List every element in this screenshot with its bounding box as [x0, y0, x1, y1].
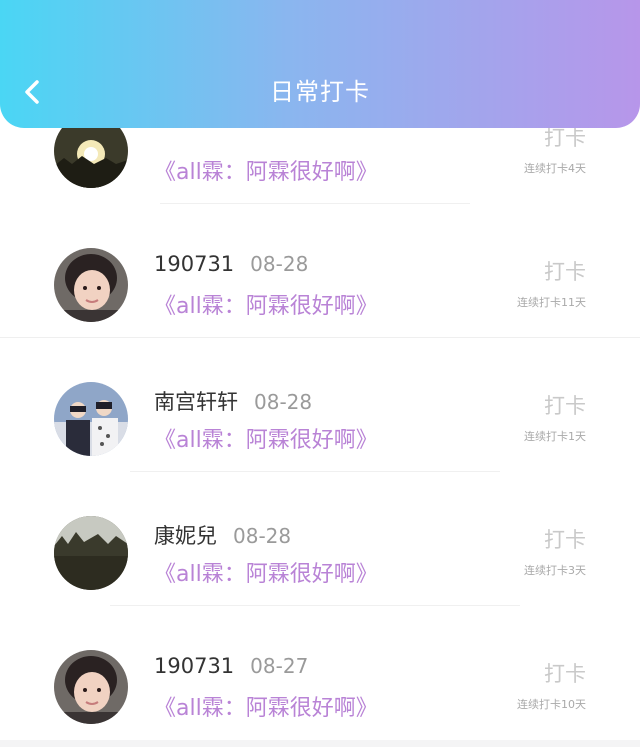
book-title[interactable]: 《all霖：阿霖很好啊》 — [154, 154, 378, 186]
list-item[interactable]: 190731 08-27 《all霖：阿霖很好啊》 打卡 连续打卡10天 — [0, 606, 640, 740]
checkin-date: 08-28 — [250, 252, 309, 276]
streak-count: 连续打卡10天 — [517, 698, 586, 711]
user-name: 190731 08-28 — [154, 252, 309, 276]
streak-count: 连续打卡4天 — [524, 162, 586, 175]
list-item[interactable]: 190731 08-28 《all霖：阿霖很好啊》 打卡 连续打卡11天 — [0, 204, 640, 338]
checkin-button[interactable]: 打卡 — [544, 256, 586, 286]
streak-count: 连续打卡3天 — [524, 564, 586, 577]
streak-count: 连续打卡1天 — [524, 430, 586, 443]
user-name: 190731 08-27 — [154, 654, 309, 678]
streak-count: 连续打卡11天 — [517, 296, 586, 309]
checkin-date: 08-28 — [233, 524, 292, 548]
book-title[interactable]: 《all霖：阿霖很好啊》 — [154, 556, 378, 588]
checkin-date: 08-27 — [250, 654, 309, 678]
list-item[interactable]: 南宫轩轩 08-28 《all霖：阿霖很好啊》 打卡 连续打卡1天 — [0, 338, 640, 472]
checkin-button[interactable]: 打卡 — [544, 390, 586, 420]
checkin-list: 《all霖：阿霖很好啊》 打卡 连续打卡4天 190731 08-28 《all霖… — [0, 70, 640, 740]
book-title[interactable]: 《all霖：阿霖很好啊》 — [154, 690, 378, 722]
list-item[interactable]: 康妮兒 08-28 《all霖：阿霖很好啊》 打卡 连续打卡3天 — [0, 472, 640, 606]
checkin-button[interactable]: 打卡 — [544, 524, 586, 554]
book-title[interactable]: 《all霖：阿霖很好啊》 — [154, 288, 378, 320]
user-name: 康妮兒 08-28 — [154, 524, 292, 548]
user-name: 南宫轩轩 08-28 — [154, 390, 313, 414]
avatar[interactable] — [54, 516, 128, 590]
checkin-date: 08-28 — [254, 390, 313, 414]
book-title[interactable]: 《all霖：阿霖很好啊》 — [154, 422, 378, 454]
top-app-bar: 日常打卡 — [0, 0, 640, 128]
checkin-button[interactable]: 打卡 — [544, 658, 586, 688]
avatar[interactable] — [54, 650, 128, 724]
avatar[interactable] — [54, 248, 128, 322]
page-title: 日常打卡 — [270, 78, 370, 106]
avatar[interactable] — [54, 382, 128, 456]
